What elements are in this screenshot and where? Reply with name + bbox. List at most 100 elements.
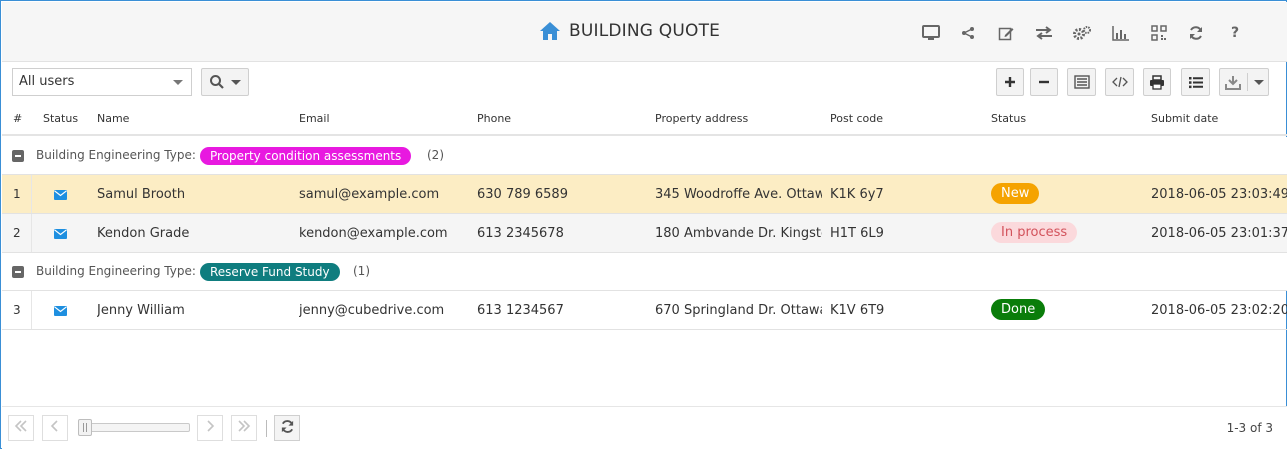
page-slider-thumb[interactable] <box>78 419 92 436</box>
double-chevron-left-icon <box>14 420 28 436</box>
form-button[interactable] <box>1067 68 1096 96</box>
list-icon <box>1188 76 1204 89</box>
button-divider <box>1246 73 1248 91</box>
cell-post-code: H1T 6L9 <box>830 226 884 241</box>
col-num[interactable]: # <box>13 112 22 125</box>
col-status-icon[interactable]: Status <box>43 112 78 125</box>
col-submit-date[interactable]: Submit date <box>1151 112 1218 125</box>
chevron-down-icon <box>173 80 183 85</box>
collapse-icon[interactable] <box>12 150 24 162</box>
group-tag: Property condition assessments <box>200 147 412 165</box>
mail-icon[interactable] <box>54 305 67 320</box>
prev-page-button[interactable] <box>42 415 68 441</box>
embed-code-button[interactable] <box>1105 68 1134 96</box>
collapse-icon[interactable] <box>12 266 24 278</box>
qr-code-icon[interactable] <box>1148 22 1170 44</box>
group-header[interactable]: Building Engineering Type: Property cond… <box>2 137 1287 175</box>
row-number-cell: 3 <box>2 291 32 329</box>
page-slider-track[interactable] <box>82 423 190 432</box>
chevron-down-icon <box>231 79 241 85</box>
print-button[interactable] <box>1143 68 1171 96</box>
page-info: 1-3 of 3 <box>1226 421 1273 435</box>
header-bar: BUILDING QUOTE ? <box>2 2 1287 62</box>
cell-address: 670 Springland Dr. Ottawa ON <box>655 303 822 318</box>
cell-submit-date: 2018-06-05 23:03:49 <box>1151 187 1287 202</box>
table-row[interactable]: 2 Kendon Grade kendon@example.com 613 23… <box>2 214 1287 253</box>
reload-button[interactable] <box>274 415 300 441</box>
bar-chart-icon[interactable] <box>1110 22 1132 44</box>
mail-icon[interactable] <box>54 228 67 243</box>
double-chevron-right-icon <box>237 420 251 436</box>
plus-icon <box>1004 76 1016 88</box>
row-number: 2 <box>13 226 21 240</box>
mail-icon[interactable] <box>54 189 67 204</box>
cell-phone: 613 1234567 <box>477 303 564 318</box>
chevron-down-icon <box>1253 79 1264 85</box>
cell-phone: 630 789 6589 <box>477 187 568 202</box>
refresh-icon <box>280 419 295 438</box>
chevron-left-icon <box>50 420 60 436</box>
row-number: 1 <box>13 187 21 201</box>
cell-post-code: K1K 6y7 <box>830 187 884 202</box>
group-header[interactable]: Building Engineering Type: Reserve Fund … <box>2 253 1287 291</box>
status-badge: Done <box>991 299 1046 320</box>
refresh-icon[interactable] <box>1185 22 1207 44</box>
status-badge: New <box>991 183 1040 204</box>
minus-icon <box>1038 76 1050 88</box>
download-icon <box>1224 75 1241 90</box>
download-button[interactable] <box>1219 68 1269 96</box>
row-number-cell: 1 <box>2 175 32 213</box>
row-number: 3 <box>13 303 21 317</box>
group-label: Building Engineering Type: <box>36 264 196 278</box>
cell-email: jenny@cubedrive.com <box>299 303 445 318</box>
col-status[interactable]: Status <box>991 112 1026 125</box>
toolbar: All users <box>2 63 1287 101</box>
remove-button[interactable] <box>1030 68 1058 96</box>
group-count: (1) <box>353 264 370 278</box>
code-icon <box>1111 75 1128 89</box>
monitor-icon[interactable] <box>920 22 942 44</box>
cell-submit-date: 2018-06-05 23:01:37 <box>1151 226 1287 241</box>
group-count: (2) <box>427 148 444 162</box>
search-icon <box>209 74 225 90</box>
user-filter-value: All users <box>19 74 75 89</box>
pagination-divider <box>266 420 267 437</box>
form-icon <box>1073 75 1090 89</box>
user-filter-select[interactable]: All users <box>12 68 192 96</box>
list-view-button[interactable] <box>1181 68 1210 96</box>
cell-name: Samul Brooth <box>97 187 186 202</box>
cell-address: 180 Ambvande Dr. Kingston <box>655 226 822 241</box>
table-row[interactable]: 1 Samul Brooth samul@example.com 630 789… <box>2 175 1287 214</box>
cell-post-code: K1V 6T9 <box>830 303 885 318</box>
print-icon <box>1149 74 1165 90</box>
first-page-button[interactable] <box>8 415 34 441</box>
cell-email: samul@example.com <box>299 187 440 202</box>
row-number-cell: 2 <box>2 214 32 252</box>
search-button[interactable] <box>201 68 249 96</box>
cell-address: 345 Woodroffe Ave. Ottawa <box>655 187 822 202</box>
add-button[interactable] <box>996 68 1024 96</box>
cell-name: Jenny William <box>97 303 185 318</box>
last-page-button[interactable] <box>231 415 257 441</box>
app-window: BUILDING QUOTE ? All users # Status Name… <box>0 0 1287 449</box>
gears-icon[interactable] <box>1071 22 1093 44</box>
next-page-button[interactable] <box>197 415 223 441</box>
table-row[interactable]: 3 Jenny William jenny@cubedrive.com 613 … <box>2 291 1287 330</box>
share-icon[interactable] <box>957 22 979 44</box>
group-tag: Reserve Fund Study <box>200 263 340 281</box>
cell-name: Kendon Grade <box>97 226 190 241</box>
edit-icon[interactable] <box>995 22 1017 44</box>
pagination-bar: 1-3 of 3 <box>2 406 1287 449</box>
table-header: # Status Name Email Phone Property addre… <box>2 102 1287 136</box>
cell-submit-date: 2018-06-05 23:02:20 <box>1151 303 1287 318</box>
status-badge: In process <box>991 222 1078 243</box>
col-email[interactable]: Email <box>299 112 330 125</box>
col-property-address[interactable]: Property address <box>655 112 748 125</box>
col-post-code[interactable]: Post code <box>830 112 883 125</box>
help-icon[interactable]: ? <box>1224 22 1246 44</box>
col-phone[interactable]: Phone <box>477 112 511 125</box>
col-name[interactable]: Name <box>97 112 129 125</box>
transfer-icon[interactable] <box>1033 22 1055 44</box>
group-label: Building Engineering Type: <box>36 148 196 162</box>
cell-email: kendon@example.com <box>299 226 448 241</box>
